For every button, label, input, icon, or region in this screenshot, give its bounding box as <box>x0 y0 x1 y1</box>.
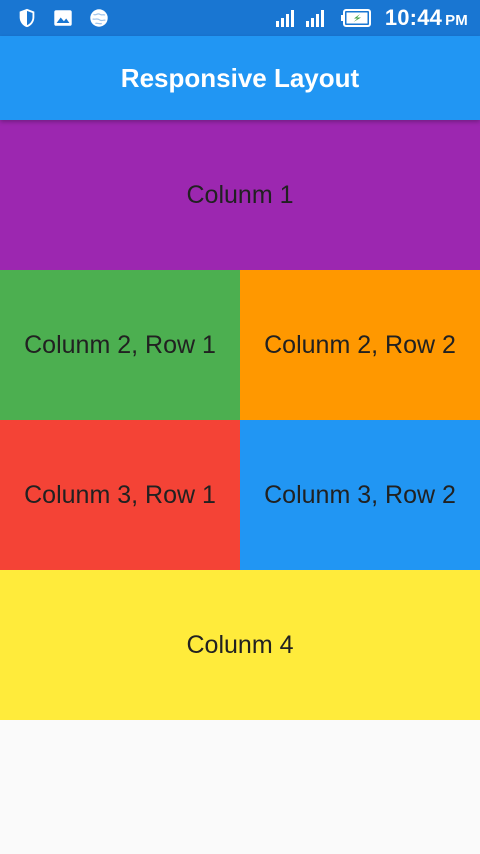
system-status: 10:44 PM <box>275 4 468 32</box>
shield-icon <box>19 8 35 28</box>
column-4-label: Colunm 4 <box>186 630 294 659</box>
status-bar: 10:44 PM <box>0 0 480 36</box>
battery-charging-icon <box>340 9 371 27</box>
column-3-row-2-label: Colunm 3, Row 2 <box>264 480 456 509</box>
empty-content-area <box>0 720 480 854</box>
image-icon <box>54 10 72 26</box>
notification-icons <box>16 6 110 30</box>
clock-time: 10:44 <box>384 5 443 30</box>
column-3-row-1-block: Colunm 3, Row 1 <box>0 420 240 570</box>
page-title: Responsive Layout <box>120 62 360 93</box>
status-clock: 10:44 PM <box>385 5 468 31</box>
column-4-block: Colunm 4 <box>0 570 480 720</box>
column-2-row-1-label: Colunm 2, Row 1 <box>24 330 216 359</box>
signal-icon <box>305 10 324 27</box>
column-2-row-2-block: Colunm 2, Row 2 <box>240 270 480 420</box>
column-1-block: Colunm 1 <box>0 120 480 270</box>
signal-icon <box>275 10 294 27</box>
column-2-row-2-label: Colunm 2, Row 2 <box>264 330 456 359</box>
clock-ampm: PM <box>445 12 468 29</box>
app-bar: Responsive Layout <box>0 36 480 120</box>
globe-icon <box>90 9 108 27</box>
column-2-row-1-block: Colunm 2, Row 1 <box>0 270 240 420</box>
column-3-row-2-block: Colunm 3, Row 2 <box>240 420 480 570</box>
column-3-row-1-label: Colunm 3, Row 1 <box>24 480 216 509</box>
column-1-label: Colunm 1 <box>186 180 294 209</box>
